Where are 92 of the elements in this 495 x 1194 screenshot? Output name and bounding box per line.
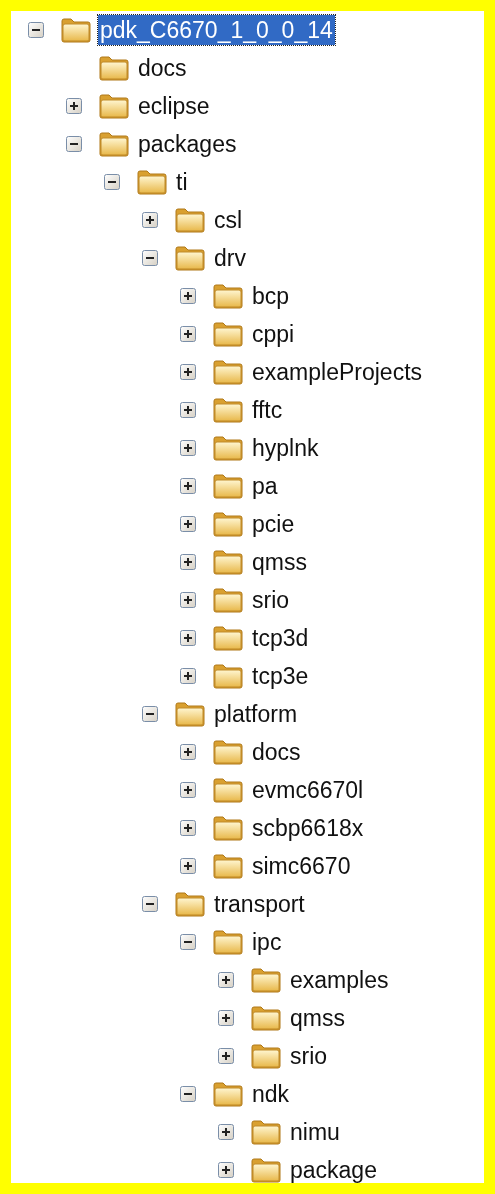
folder-label[interactable]: examples [288,965,391,995]
expand-toggle[interactable] [180,858,196,874]
folder-label[interactable]: evmc6670l [250,775,366,805]
expand-toggle[interactable] [66,98,82,114]
folder-icon [98,55,130,81]
folder-icon [212,359,244,385]
folder-label[interactable]: ti [174,167,190,197]
folder-label[interactable]: pcie [250,509,297,539]
folder-label[interactable]: bcp [250,281,292,311]
folder-label[interactable]: docs [136,53,189,83]
collapse-toggle[interactable] [180,934,196,950]
collapse-toggle[interactable] [142,896,158,912]
folder-label[interactable]: nimu [288,1117,342,1147]
expand-toggle[interactable] [218,1010,234,1026]
folder-label[interactable]: qmss [250,547,309,577]
expand-toggle[interactable] [180,364,196,380]
folder-label[interactable]: tcp3d [250,623,311,653]
collapse-toggle[interactable] [104,174,120,190]
folder-icon [212,739,244,765]
folder-label[interactable]: pdk_C6670_1_0_0_14 [98,15,335,45]
expand-toggle[interactable] [142,212,158,228]
folder-icon [212,473,244,499]
folder-label[interactable]: csl [212,205,245,235]
folder-label[interactable]: eclipse [136,91,212,121]
folder-icon [174,891,206,917]
folder-icon [250,967,282,993]
folder-icon [212,435,244,461]
expand-toggle[interactable] [218,972,234,988]
folder-icon [212,511,244,537]
collapse-toggle[interactable] [142,250,158,266]
folder-icon [174,207,206,233]
folder-icon [212,663,244,689]
folder-label[interactable]: ndk [250,1079,292,1109]
expand-toggle[interactable] [218,1048,234,1064]
expand-toggle[interactable] [180,820,196,836]
folder-icon [250,1043,282,1069]
expand-toggle[interactable] [180,402,196,418]
collapse-toggle[interactable] [180,1086,196,1102]
folder-icon [212,549,244,575]
folder-label[interactable]: srio [250,585,292,615]
folder-label[interactable]: packages [136,129,239,159]
expand-toggle[interactable] [180,326,196,342]
folder-icon [98,93,130,119]
folder-label[interactable]: fftc [250,395,285,425]
folder-label[interactable]: srio [288,1041,330,1071]
folder-label[interactable]: ipc [250,927,284,957]
folder-label[interactable]: tcp3e [250,661,311,691]
expand-toggle[interactable] [180,744,196,760]
folder-label[interactable]: drv [212,243,248,273]
expand-toggle[interactable] [180,668,196,684]
folder-icon [212,321,244,347]
folder-label[interactable]: docs [250,737,303,767]
expand-toggle[interactable] [180,288,196,304]
expand-toggle[interactable] [218,1162,234,1178]
collapse-toggle[interactable] [142,706,158,722]
folder-icon [250,1157,282,1183]
folder-icon [212,625,244,651]
expand-toggle[interactable] [180,440,196,456]
folder-label[interactable]: simc6670 [250,851,353,881]
folder-label[interactable]: hyplnk [250,433,321,463]
folder-icon [174,245,206,271]
folder-label[interactable]: platform [212,699,300,729]
folder-icon [212,815,244,841]
folder-icon [136,169,168,195]
folder-icon [250,1119,282,1145]
folder-icon [212,587,244,613]
folder-icon [212,1081,244,1107]
folder-icon [212,283,244,309]
folder-label[interactable]: scbp6618x [250,813,366,843]
folder-label[interactable]: package [288,1155,379,1183]
folder-icon [60,17,92,43]
folder-icon [174,701,206,727]
folder-label[interactable]: pa [250,471,280,501]
folder-label[interactable]: transport [212,889,307,919]
folder-icon [212,853,244,879]
collapse-toggle[interactable] [66,136,82,152]
folder-label[interactable]: qmss [288,1003,347,1033]
expand-toggle[interactable] [180,782,196,798]
expand-toggle[interactable] [180,478,196,494]
expand-toggle[interactable] [180,630,196,646]
expand-toggle[interactable] [180,592,196,608]
folder-icon [212,397,244,423]
folder-label[interactable]: exampleProjects [250,357,425,387]
expand-toggle[interactable] [218,1124,234,1140]
expand-toggle[interactable] [180,516,196,532]
folder-icon [250,1005,282,1031]
folder-icon [212,929,244,955]
folder-icon [98,131,130,157]
folder-label[interactable]: cppi [250,319,297,349]
folder-icon [212,777,244,803]
collapse-toggle[interactable] [28,22,44,38]
expand-toggle[interactable] [180,554,196,570]
